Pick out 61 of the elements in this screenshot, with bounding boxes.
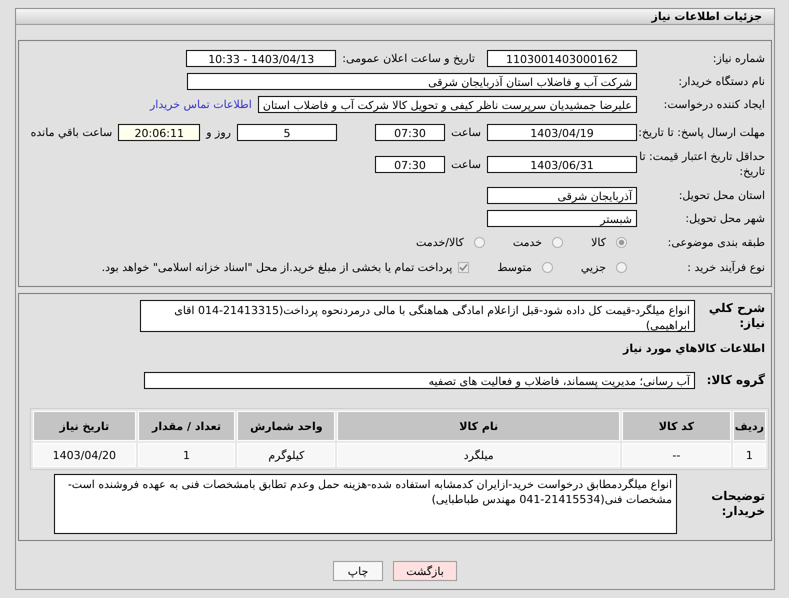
column-header: نام کالا <box>337 411 620 441</box>
table-cell: -- <box>622 443 731 467</box>
column-header: ردیف <box>732 411 766 441</box>
text-field[interactable]: 1403/04/13 - 10:33 <box>186 50 336 67</box>
checkbox-label: پرداخت تمام یا بخشی از مبلغ خرید.از محل "اسناد خزانه اسلامی" خواهد بود. <box>102 261 452 274</box>
back-button[interactable]: بازگشت <box>393 561 457 581</box>
radio-button[interactable] <box>616 237 627 248</box>
field-label: ساعت باقي مانده <box>30 126 114 138</box>
table-cell: 1 <box>732 443 766 467</box>
field-label: ساعت <box>450 126 482 138</box>
print-button[interactable]: چاپ <box>333 561 383 581</box>
option-label: کالا <box>591 236 606 249</box>
section-heading: اطلاعات کالاهاي مورد نیاز <box>622 342 766 355</box>
field-label: شهر محل تحویل: <box>684 211 766 226</box>
description-field[interactable]: انواع میلگرد-قیمت کل داده شود-قبل ازاعلام امادگی هماهنگی با مالی درمردنحوه پرداخت(21413315-014 اقای ابراهیمی) <box>140 300 695 332</box>
column-header: تاریخ نیاز <box>33 411 136 441</box>
field-label: گروه کالا: <box>706 373 766 388</box>
text-field[interactable]: 5 <box>237 124 337 140</box>
text-field[interactable]: شرکت آب و فاضلاب استان آذربایجان شرقی <box>187 73 637 90</box>
field-label: توضیحات خریدار: <box>710 489 766 519</box>
notes-field[interactable]: انواع میلگردمطابق درخواست خرید-ازایران کدمشابه استفاده شده-هزینه حمل وعدم تطابق بامشخصات فنی به عهده فروشنده است-مشخصات فنی(21415534-041 مهندس طباطبایی) <box>54 474 677 534</box>
field-label: نوع فرآیند خرید : <box>686 260 766 275</box>
field-label: ساعت <box>450 158 482 170</box>
radio-button[interactable] <box>552 237 564 248</box>
table-cell: 1 <box>138 443 236 467</box>
text-field[interactable]: 20:06:11 <box>118 124 200 140</box>
field-label: مهلت ارسال پاسخ: تا تاریخ: <box>637 124 766 140</box>
text-field[interactable]: 07:30 <box>375 124 445 140</box>
field-label: حداقل تاریخ اعتبار قیمت: تا تاریخ: <box>638 149 766 179</box>
contact-link[interactable]: اطلاعات تماس خریدار <box>144 98 258 111</box>
text-field[interactable]: 07:30 <box>375 156 445 172</box>
table-cell: کیلوگرم <box>237 443 336 467</box>
page-title: جزئیات اطلاعات نیاز <box>652 10 762 23</box>
text-field[interactable]: علیرضا جمشیدیان سرپرست ناظر کیفی و تحویل کالا شرکت آب و فاضلاب استان <box>258 96 637 113</box>
option-label: کالا/خدمت <box>416 236 464 249</box>
text-field[interactable]: شبستر <box>487 210 637 227</box>
column-header: واحد شمارش <box>237 411 336 441</box>
field-label: شماره نیاز: <box>712 51 766 66</box>
field-label: نام دستگاه خریدار: <box>677 74 766 89</box>
text-field[interactable]: 1103001403000162 <box>487 50 637 67</box>
field-label: استان محل تحویل: <box>678 188 766 203</box>
field-label: طبقه بندی موضوعی: <box>666 235 766 250</box>
radio-button[interactable] <box>474 237 485 248</box>
option-label: جزیي <box>580 261 606 274</box>
checkbox[interactable] <box>458 262 470 273</box>
text-field[interactable]: آب رسانی؛ مدیریت پسماند، فاضلاب و فعالیت های تصفیه <box>144 372 695 389</box>
field-label: ایجاد کننده درخواست: <box>662 97 766 112</box>
column-header: تعداد / مقدار <box>138 411 236 441</box>
field-label: شرح کلي نیاز: <box>708 301 766 331</box>
table-cell: 1403/04/20 <box>33 443 136 467</box>
text-field[interactable]: 1403/06/31 <box>487 156 637 172</box>
radio-button[interactable] <box>616 262 627 273</box>
field-label: تاریخ و ساعت اعلان عمومی: <box>341 52 476 65</box>
option-label: متوسط <box>497 261 532 274</box>
text-field[interactable]: 1403/04/19 <box>487 124 637 140</box>
option-label: خدمت <box>512 236 542 249</box>
table-cell: میلگرد <box>337 443 620 467</box>
field-label: روز و <box>204 126 232 138</box>
column-header: کد کالا <box>622 411 731 441</box>
radio-button[interactable] <box>542 262 553 273</box>
text-field[interactable]: آذربایجان شرقی <box>487 187 637 204</box>
